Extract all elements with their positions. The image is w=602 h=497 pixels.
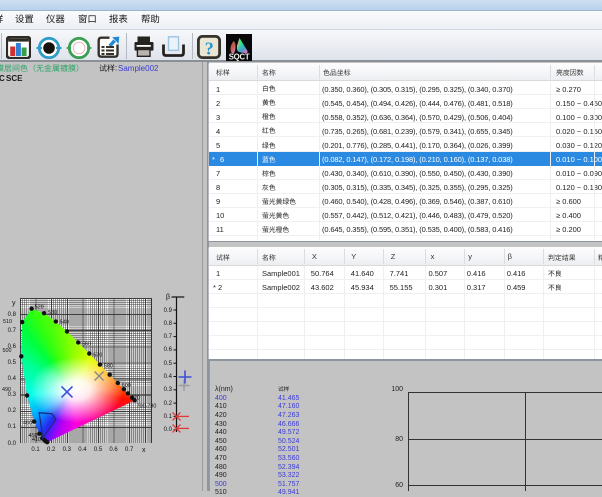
svg-text:β: β <box>166 294 170 301</box>
svg-text:600: 600 <box>122 383 131 389</box>
svg-text:410: 410 <box>32 437 41 443</box>
svg-text:700-780: 700-780 <box>137 403 157 409</box>
svg-text:530: 530 <box>48 310 57 316</box>
svg-text:580: 580 <box>104 364 113 370</box>
svg-text:560: 560 <box>82 341 91 347</box>
svg-text:540: 540 <box>60 320 69 326</box>
svg-text:570: 570 <box>93 353 102 359</box>
svg-text:SQCT: SQCT <box>229 52 250 61</box>
svg-text:620: 620 <box>131 395 140 401</box>
svg-text:520: 520 <box>35 305 44 311</box>
svg-text:510: 510 <box>3 319 12 325</box>
svg-text:460: 460 <box>23 421 32 427</box>
svg-text:?: ? <box>205 39 214 59</box>
